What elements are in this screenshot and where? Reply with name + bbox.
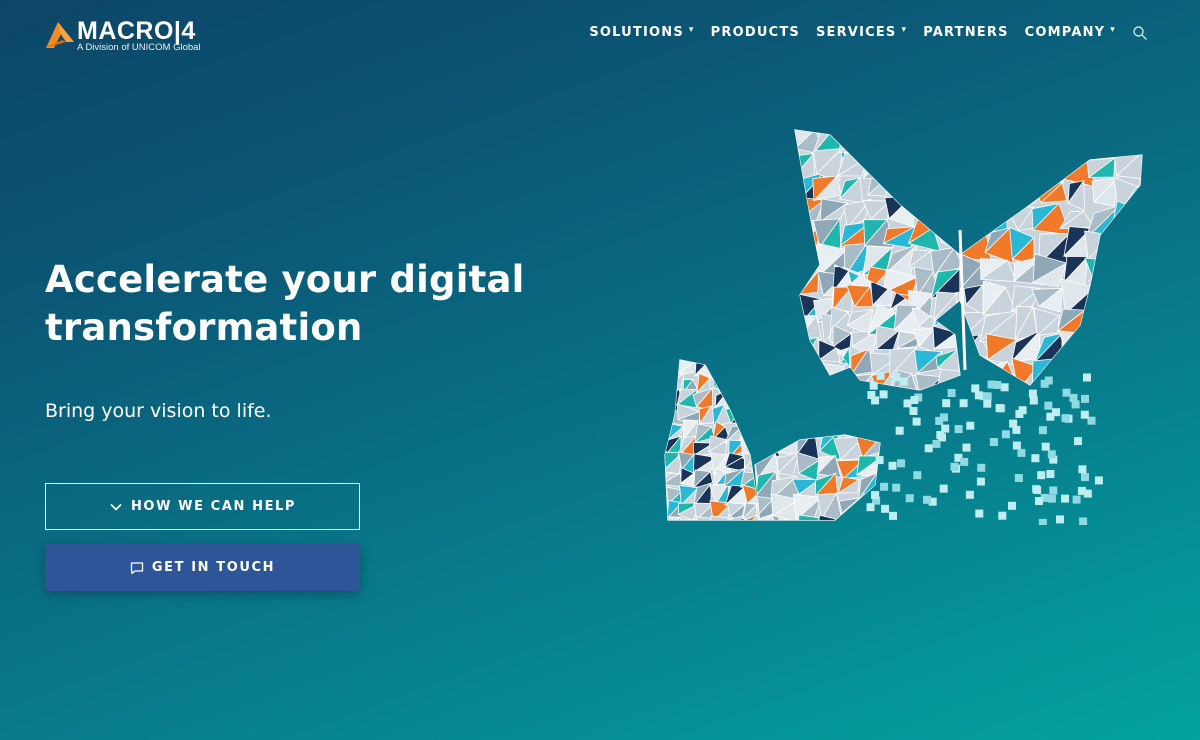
brand-logo[interactable]: MACRO|4 A Division of UNICOM Global — [44, 16, 219, 56]
dropdown-caret-icon: ▾ — [1110, 25, 1116, 35]
nav-item-products[interactable]: PRODUCTS — [711, 24, 800, 42]
hero-title: Accelerate your digital transformation — [45, 258, 525, 349]
nav-item-solutions[interactable]: SOLUTIONS ▾ — [589, 24, 694, 42]
nav-item-company[interactable]: COMPANY ▾ — [1025, 24, 1116, 42]
get-in-touch-label: GET IN TOUCH — [151, 560, 276, 575]
how-we-can-help-label: HOW WE CAN HELP — [130, 499, 297, 514]
nav-item-label: PARTNERS — [923, 25, 1009, 40]
dropdown-caret-icon: ▾ — [688, 25, 695, 35]
hero-subtitle: Bring your vision to life. — [45, 400, 272, 422]
dropdown-caret-icon: ▾ — [901, 25, 908, 35]
chevron-down-icon — [110, 503, 122, 511]
nav-item-label: COMPANY — [1024, 25, 1106, 40]
search-icon[interactable] — [1132, 25, 1148, 41]
site-header: MACRO|4 A Division of UNICOM Global SOLU… — [0, 0, 1200, 70]
brand-tagline: A Division of UNICOM Global — [77, 42, 201, 53]
nav-item-services[interactable]: SERVICES ▾ — [816, 24, 907, 42]
chat-icon — [130, 561, 143, 574]
page: MACRO|4 A Division of UNICOM Global SOLU… — [0, 0, 1200, 740]
get-in-touch-button[interactable]: GET IN TOUCH — [45, 544, 360, 591]
logo-mark-icon — [46, 22, 74, 48]
nav-item-partners[interactable]: PARTNERS — [923, 24, 1008, 42]
nav-item-label: SERVICES — [815, 25, 897, 40]
main-nav: SOLUTIONS ▾ PRODUCTS SERVICES ▾ PARTNERS… — [573, 24, 1148, 42]
how-we-can-help-button[interactable]: HOW WE CAN HELP — [45, 483, 360, 530]
polygon-butterflies-illustration — [664, 129, 1143, 525]
nav-item-label: PRODUCTS — [710, 25, 800, 40]
nav-item-label: SOLUTIONS — [589, 25, 684, 40]
